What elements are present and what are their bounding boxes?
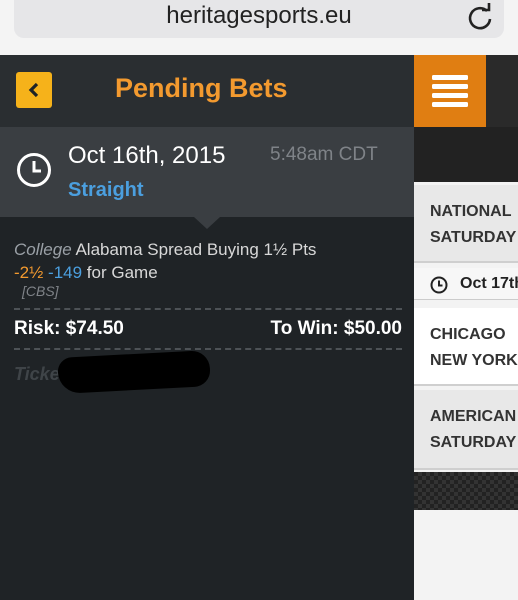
risk-amount: Risk: $74.50 xyxy=(14,318,124,339)
bet-sport: College xyxy=(14,240,72,259)
clock-icon xyxy=(17,153,51,187)
date-strip-label: Oct 17th xyxy=(460,275,518,292)
bet-type: Straight xyxy=(68,179,144,201)
bet-odds: -149 xyxy=(48,263,83,282)
chevron-left-icon xyxy=(28,82,39,98)
url-text: heritagesports.eu xyxy=(166,2,352,29)
bet-period: for Game xyxy=(86,263,158,282)
reload-icon[interactable] xyxy=(465,2,495,32)
menu-button[interactable] xyxy=(414,55,486,127)
pointer-arrow xyxy=(194,217,220,229)
checker-pattern-bar xyxy=(414,472,518,510)
clock-icon xyxy=(430,276,448,294)
bet-odds-line: -2½ -149 for Game xyxy=(14,263,158,283)
background-page: NATIONAL SATURDAY Oct 17th CHICAGO NEW Y… xyxy=(414,55,518,600)
pending-bets-panel: Pending Bets Oct 16th, 2015 5:48am CDT S… xyxy=(0,55,414,600)
card-line1: CHICAGO xyxy=(430,326,506,343)
bet-date: Oct 16th, 2015 xyxy=(68,142,226,169)
card-line2: NEW YORK xyxy=(430,352,518,369)
date-strip: Oct 17th xyxy=(414,268,518,300)
hamburger-menu-icon xyxy=(432,75,468,107)
address-field[interactable]: heritagesports.eu xyxy=(14,0,504,38)
card-line1: AMERICAN xyxy=(430,408,517,425)
card-line1: NATIONAL xyxy=(430,203,512,220)
bet-selection: Alabama Spread Buying 1½ Pts xyxy=(75,240,317,259)
card-line2: SATURDAY xyxy=(430,434,517,451)
card-line2: SATURDAY xyxy=(430,229,517,246)
redaction-mark xyxy=(57,350,211,394)
to-win-amount: To Win: $50.00 xyxy=(270,318,402,339)
league-card[interactable]: AMERICAN SATURDAY xyxy=(414,390,518,470)
bet-date-box: Oct 16th, 2015 5:48am CDT Straight xyxy=(0,127,414,217)
bet-source: [CBS] xyxy=(22,283,59,299)
bet-spread: -2½ xyxy=(14,263,44,282)
bet-time: 5:48am CDT xyxy=(270,144,378,165)
page-title: Pending Bets xyxy=(115,73,288,103)
back-button[interactable] xyxy=(16,72,52,108)
panel-header: Pending Bets xyxy=(0,55,414,127)
divider xyxy=(14,308,402,310)
browser-url-bar: heritagesports.eu xyxy=(0,0,518,55)
right-header xyxy=(414,55,518,127)
bet-description: College Alabama Spread Buying 1½ Pts xyxy=(14,240,316,260)
game-card[interactable]: CHICAGO NEW YORK xyxy=(414,308,518,386)
right-dark-strip xyxy=(414,127,518,182)
league-card[interactable]: NATIONAL SATURDAY xyxy=(414,185,518,263)
divider xyxy=(14,348,402,350)
